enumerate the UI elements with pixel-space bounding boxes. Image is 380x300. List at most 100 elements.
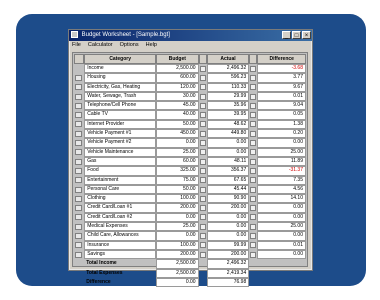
pencil-icon[interactable] (249, 110, 257, 119)
pencil-icon[interactable] (249, 176, 257, 185)
budget-cell[interactable]: 60.00 (156, 156, 199, 167)
budget-cell[interactable]: 25.00 (156, 147, 199, 157)
pencil-icon[interactable] (199, 110, 207, 119)
actual-cell[interactable]: 48.11 (206, 156, 250, 167)
pencil-icon[interactable] (249, 203, 257, 212)
pencil-icon[interactable] (199, 213, 207, 222)
pencil-icon[interactable] (199, 194, 207, 203)
category-cell[interactable]: Food (84, 166, 157, 176)
pencil-icon[interactable] (249, 64, 257, 73)
budget-cell[interactable]: 0.00 (156, 231, 199, 241)
actual-cell[interactable]: 2,496.32 (206, 64, 250, 74)
row-edit-icon[interactable] (74, 83, 84, 92)
actual-cell[interactable]: 67.65 (206, 175, 250, 185)
pencil-icon[interactable] (249, 83, 257, 92)
pencil-icon[interactable] (199, 157, 207, 166)
pencil-icon[interactable] (249, 73, 257, 82)
actual-cell[interactable]: 596.23 (206, 73, 250, 83)
category-cell[interactable]: Personal Care (84, 184, 157, 195)
pencil-icon[interactable] (199, 176, 207, 185)
category-cell[interactable]: Telephone/Cell Phone (84, 101, 157, 111)
row-edit-icon[interactable] (74, 176, 84, 185)
pencil-icon[interactable] (249, 222, 257, 231)
budget-cell[interactable]: 120.00 (156, 82, 199, 92)
actual-cell[interactable]: 110.33 (206, 82, 250, 92)
actual-cell[interactable]: 48.62 (206, 119, 250, 130)
row-edit-icon[interactable] (74, 231, 84, 240)
menu-help[interactable]: Help (146, 41, 157, 50)
category-cell[interactable]: Clothing (84, 194, 157, 204)
pencil-icon[interactable] (249, 129, 257, 138)
category-cell[interactable]: Vehicle Maintenance (84, 147, 157, 157)
pencil-icon[interactable] (249, 194, 257, 203)
actual-cell[interactable]: 200.00 (206, 249, 250, 260)
budget-cell[interactable]: 75.00 (156, 175, 199, 185)
actual-cell[interactable]: 35.96 (206, 101, 250, 111)
budget-cell[interactable]: 200.00 (156, 203, 199, 213)
row-edit-icon[interactable] (74, 241, 84, 250)
budget-cell[interactable]: 2,500.00 (156, 64, 199, 74)
pencil-icon[interactable] (199, 83, 207, 92)
budget-cell[interactable]: 450.00 (156, 129, 199, 139)
menu-calculator[interactable]: Calculator (88, 41, 113, 50)
budget-cell[interactable]: 50.00 (156, 119, 199, 130)
pencil-icon[interactable] (249, 92, 257, 101)
actual-cell[interactable]: 99.99 (206, 240, 250, 250)
pencil-icon[interactable] (199, 203, 207, 212)
maximize-button[interactable]: □ (292, 31, 301, 39)
category-cell[interactable]: Vehicle Payment #1 (84, 129, 157, 139)
pencil-icon[interactable] (199, 241, 207, 250)
category-cell[interactable]: Insurance (84, 240, 157, 250)
category-cell[interactable]: Credit Card/Loan #1 (84, 203, 157, 213)
row-edit-icon[interactable] (74, 185, 84, 194)
category-cell[interactable]: Electricity, Gas, Heating (84, 82, 157, 92)
budget-cell[interactable]: 50.00 (156, 184, 199, 195)
pencil-icon[interactable] (249, 148, 257, 157)
category-cell[interactable]: Cable TV (84, 110, 157, 120)
category-cell[interactable]: Income (84, 64, 157, 74)
category-cell[interactable]: Medical Expenses (84, 222, 157, 232)
pencil-icon[interactable] (249, 250, 257, 259)
pencil-icon[interactable] (249, 120, 257, 129)
pencil-icon[interactable] (199, 73, 207, 82)
pencil-icon[interactable] (249, 213, 257, 222)
category-cell[interactable]: Savings (84, 249, 157, 260)
category-cell[interactable]: Credit Card/Loan #2 (84, 212, 157, 223)
pencil-icon[interactable] (249, 185, 257, 194)
actual-cell[interactable]: 0.00 (206, 222, 250, 232)
actual-cell[interactable]: 39.95 (206, 110, 250, 120)
minimize-button[interactable]: _ (282, 31, 291, 39)
pencil-icon[interactable] (199, 92, 207, 101)
actual-cell[interactable]: 449.80 (206, 129, 250, 139)
actual-cell[interactable]: 29.99 (206, 91, 250, 102)
row-edit-icon[interactable] (74, 157, 84, 166)
pencil-icon[interactable] (199, 101, 207, 110)
pencil-icon[interactable] (199, 222, 207, 231)
category-cell[interactable]: Gas (84, 156, 157, 167)
row-edit-icon[interactable] (74, 129, 84, 138)
budget-cell[interactable]: 100.00 (156, 194, 199, 204)
row-edit-icon[interactable] (74, 203, 84, 212)
budget-cell[interactable]: 600.00 (156, 73, 199, 83)
budget-cell[interactable]: 0.00 (156, 212, 199, 223)
pencil-icon[interactable] (249, 166, 257, 175)
actual-cell[interactable]: 0.00 (206, 147, 250, 157)
row-edit-icon[interactable] (74, 166, 84, 175)
category-cell[interactable]: Water, Sewage, Trash (84, 91, 157, 102)
category-cell[interactable]: Vehicle Payment #2 (84, 138, 157, 148)
pencil-icon[interactable] (249, 241, 257, 250)
actual-cell[interactable]: 0.00 (206, 231, 250, 241)
row-edit-icon[interactable] (74, 73, 84, 82)
pencil-icon[interactable] (199, 64, 207, 73)
close-button[interactable]: × (302, 31, 311, 39)
budget-cell[interactable]: 100.00 (156, 240, 199, 250)
pencil-icon[interactable] (249, 101, 257, 110)
menu-file[interactable]: File (72, 41, 81, 50)
row-edit-icon[interactable] (74, 213, 84, 222)
actual-cell[interactable]: 45.44 (206, 184, 250, 195)
row-edit-icon[interactable] (74, 194, 84, 203)
actual-cell[interactable]: 200.00 (206, 203, 250, 213)
actual-cell[interactable]: 90.90 (206, 194, 250, 204)
budget-cell[interactable]: 200.00 (156, 249, 199, 260)
category-cell[interactable]: Internet Provider (84, 119, 157, 130)
